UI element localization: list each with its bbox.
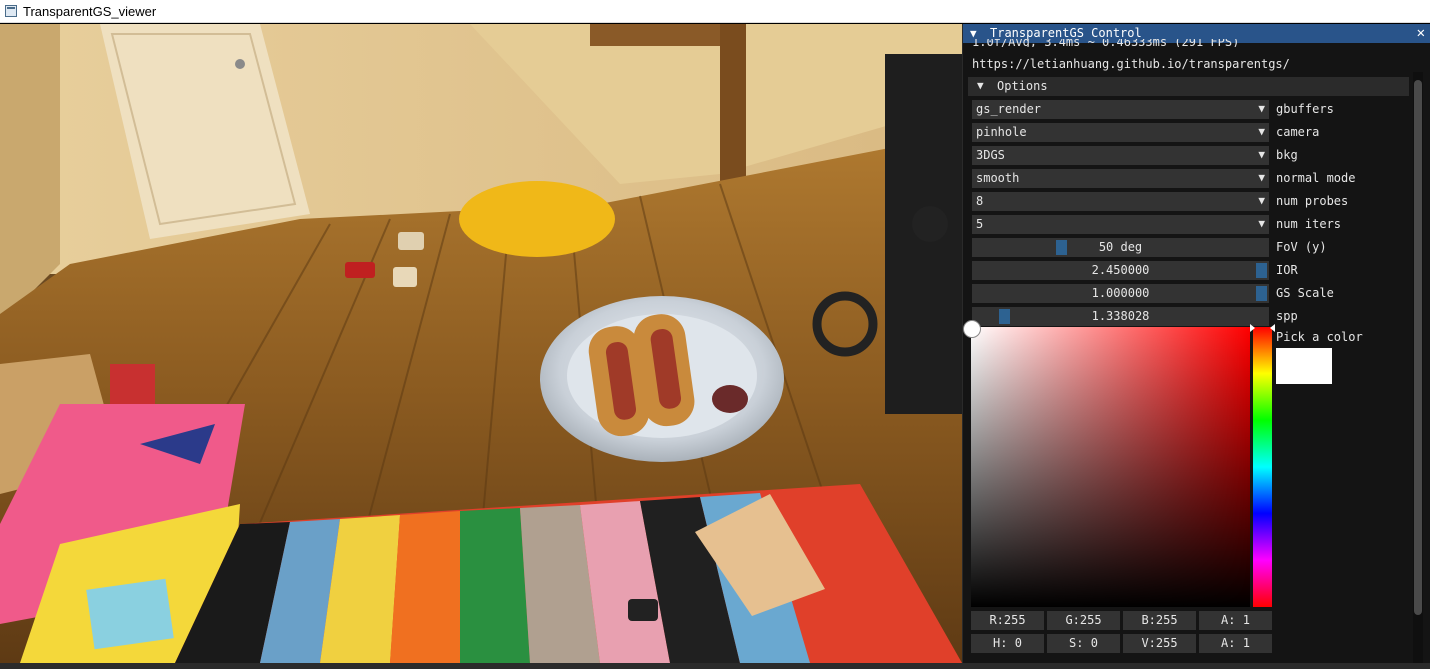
combo-value: smooth [976,171,1020,185]
window-titlebar: TransparentGS_viewer [0,0,1430,23]
camera-row: pinhole ▼ camera [972,123,1430,142]
channel-h[interactable]: H: 0 [971,634,1044,653]
panel-scrollbar[interactable] [1413,72,1423,663]
normal-mode-combo[interactable]: smooth ▼ [972,169,1269,188]
chevron-down-icon: ▼ [1258,102,1265,115]
num-iters-combo[interactable]: 5 ▼ [972,215,1269,234]
bkg-row: 3DGS ▼ bkg [972,146,1430,165]
channel-g[interactable]: G:255 [1047,611,1120,630]
app-window-icon [5,5,17,17]
gs-scale-slider[interactable]: 1.000000 [972,284,1269,303]
num-probes-row: 8 ▼ num probes [972,192,1430,211]
fov-slider[interactable]: 50 deg [972,238,1269,257]
combo-value: 3DGS [976,148,1005,162]
scene-render [0,24,962,663]
bkg-combo[interactable]: 3DGS ▼ [972,146,1269,165]
gbuffers-row: gs_render ▼ gbuffers [972,100,1430,119]
channel-v[interactable]: V:255 [1123,634,1196,653]
control-panel: ▼ TransparentGS Control ✕ 1.0f/Avg, 3.4m… [962,24,1430,663]
combo-value: 8 [976,194,984,208]
project-url: https://letianhuang.github.io/transparen… [972,57,1290,71]
hue-marker-left [1250,324,1255,332]
normal-mode-row: smooth ▼ normal mode [972,169,1430,188]
ior-slider[interactable]: 2.450000 [972,261,1269,280]
spp-row: 1.338028 spp [972,307,1430,326]
channel-a2[interactable]: A: 1 [1199,634,1272,653]
combo-label: normal mode [1276,171,1356,185]
fov-row: 50 deg FoV (y) [972,238,1430,257]
camera-combo[interactable]: pinhole ▼ [972,123,1269,142]
panel-title: TransparentGS Control [990,26,1142,40]
slider-label: GS Scale [1276,286,1334,300]
combo-value: 5 [976,217,984,231]
triangle-down-icon: ▼ [977,79,984,92]
picker-handle[interactable] [963,320,981,338]
combo-label: bkg [1276,148,1298,162]
ior-row: 2.450000 IOR [972,261,1430,280]
num-probes-combo[interactable]: 8 ▼ [972,192,1269,211]
chevron-down-icon: ▼ [1258,171,1265,184]
options-header-label: Options [997,79,1048,93]
slider-value: 50 deg [1098,240,1143,254]
scrollbar-thumb[interactable] [1414,80,1422,615]
spp-slider[interactable]: 1.338028 [972,307,1269,326]
render-viewport[interactable] [0,24,962,663]
fps-readout: 1.0f/Avg, 3.4ms ~ 0.46333ms (291 FPS) [972,39,1240,47]
combo-label: camera [1276,125,1320,139]
combo-label: num iters [1276,217,1342,231]
chevron-down-icon: ▼ [1258,148,1265,161]
color-swatch[interactable] [1276,348,1332,384]
options-header[interactable]: ▼ Options [968,77,1409,96]
hue-bar[interactable] [1250,324,1275,607]
hue-marker-right [1270,324,1275,332]
pick-color-label: Pick a color [1276,330,1363,344]
chevron-down-icon: ▼ [1258,194,1265,207]
gs-scale-row: 1.000000 GS Scale [972,284,1430,303]
combo-value: pinhole [976,125,1027,139]
num-iters-row: 5 ▼ num iters [972,215,1430,234]
window-title: TransparentGS_viewer [23,4,157,19]
close-icon[interactable]: ✕ [1417,25,1425,41]
channel-b[interactable]: B:255 [1123,611,1196,630]
channel-a[interactable]: A: 1 [1199,611,1272,630]
combo-label: gbuffers [1276,102,1334,116]
combo-value: gs_render [976,102,1042,116]
slider-label: IOR [1276,263,1298,277]
gbuffers-combo[interactable]: gs_render ▼ [972,100,1269,119]
slider-label: spp [1276,309,1298,323]
slider-label: FoV (y) [1276,240,1327,254]
chevron-down-icon: ▼ [1258,217,1265,230]
slider-value: 2.450000 [1091,263,1150,277]
slider-value: 1.338028 [1091,309,1150,323]
channel-r[interactable]: R:255 [971,611,1044,630]
slider-value: 1.000000 [1091,286,1150,300]
combo-label: num probes [1276,194,1349,208]
chevron-down-icon: ▼ [1258,125,1265,138]
saturation-value-picker[interactable] [963,320,1250,607]
bottom-strip [0,663,1430,669]
channel-s[interactable]: S: 0 [1047,634,1120,653]
